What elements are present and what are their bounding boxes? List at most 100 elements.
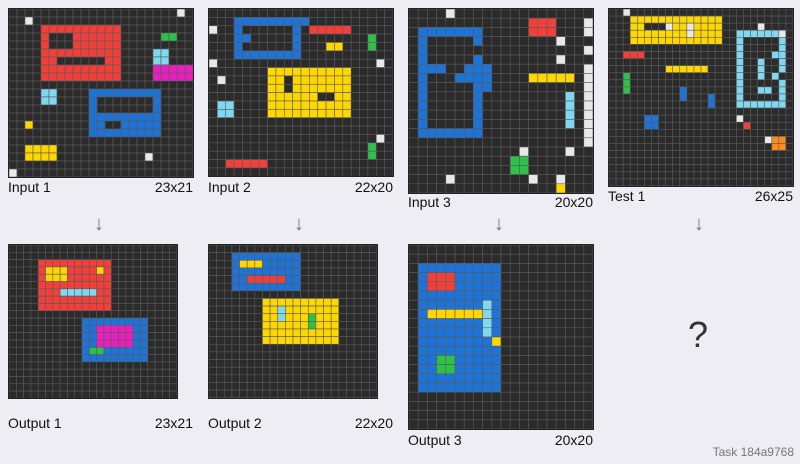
grid-cell: [16, 136, 26, 146]
grid-cell: [729, 114, 737, 123]
grid-cell: [258, 125, 268, 135]
grid-cell: [482, 382, 493, 393]
grid-cell: [285, 382, 294, 391]
grid-cell: [672, 157, 681, 165]
grid-cell: [307, 382, 317, 391]
grid-cell: [361, 328, 370, 337]
grid-cell: [555, 119, 566, 129]
grid-cell: [96, 48, 106, 58]
grid-cell: [721, 15, 730, 24]
grid-cell: [491, 373, 502, 384]
grid-cell: [342, 142, 352, 152]
grid-cell: [80, 160, 90, 170]
grid-cell: [96, 16, 106, 26]
grid-cell: [528, 183, 539, 193]
grid-cell: [473, 155, 483, 166]
grid-cell: [384, 33, 393, 43]
grid-cell: [707, 29, 716, 38]
grid-cell: [216, 252, 225, 261]
grid-cell: [231, 305, 240, 315]
grid-cell: [52, 346, 61, 355]
grid-cell: [88, 152, 98, 162]
grid-cell: [700, 100, 709, 109]
grid-cell: [615, 100, 624, 109]
grid-cell: [32, 24, 42, 34]
grid-cell: [285, 328, 294, 337]
grid-cell: [152, 112, 162, 122]
grid-cell: [350, 117, 360, 127]
grid-cell: [231, 282, 240, 292]
grid-cell: [359, 92, 369, 102]
grid-cell: [96, 346, 105, 355]
grid-cell: [292, 117, 302, 127]
grid-cell: [160, 32, 170, 42]
grid-cell: [537, 272, 548, 283]
grid-cell: [686, 150, 695, 158]
grid-cell: [59, 310, 68, 319]
grid-cell: [764, 150, 773, 158]
grid-cell: [315, 259, 324, 269]
grid-cell: [277, 359, 286, 368]
grid-cell: [491, 419, 502, 429]
grid-cell: [96, 259, 105, 268]
grid-cell: [45, 273, 54, 282]
grid-cell: [436, 355, 447, 365]
grid-cell: [283, 150, 293, 160]
grid-cell: [615, 143, 624, 151]
grid-cell: [300, 366, 309, 376]
grid-cell: [112, 80, 122, 90]
grid-cell: [140, 354, 149, 363]
grid-cell: [16, 332, 24, 341]
grid-cell: [546, 272, 557, 283]
grid-cell: [445, 355, 456, 365]
grid-cell: [40, 160, 50, 170]
grid-cell: [285, 313, 294, 322]
grid-cell: [361, 313, 370, 322]
panel-size: 22x20: [354, 179, 393, 195]
grid-cell: [223, 267, 233, 276]
grid-cell: [120, 112, 130, 122]
grid-cell: [267, 150, 277, 160]
grid-cell: [315, 282, 324, 292]
grid-cell: [445, 309, 456, 319]
grid-cell: [528, 128, 539, 139]
grid-cell: [622, 114, 631, 123]
grid-cell: [184, 152, 193, 162]
grid-cell: [325, 125, 335, 135]
grid-cell: [583, 419, 593, 429]
grid-cell: [52, 288, 61, 297]
grid-cell: [463, 391, 474, 402]
grid-cell: [216, 267, 225, 276]
grid-cell: [361, 298, 370, 307]
grid-cell: [519, 355, 529, 365]
grid-cell: [300, 83, 310, 93]
grid-cell: [24, 136, 34, 146]
grid-cell: [323, 366, 332, 376]
grid-cell: [537, 401, 548, 411]
grid-cell: [353, 366, 363, 376]
grid-cell: [16, 80, 26, 90]
grid-cell: [176, 104, 186, 114]
grid-cell: [32, 88, 42, 98]
grid-cell: [292, 67, 302, 77]
grid-cell: [679, 37, 688, 45]
grid-cell: [528, 318, 539, 329]
grid-cell: [445, 9, 456, 19]
grid-cell: [330, 290, 340, 299]
grid-cell: [693, 100, 702, 109]
grid-cell: [500, 245, 511, 255]
grid-cell: [292, 33, 302, 43]
grid-cell: [325, 58, 335, 68]
grid-cell: [651, 51, 659, 59]
grid-cell: [168, 128, 178, 138]
grid-cell: [519, 36, 529, 47]
grid-cell: [262, 359, 271, 368]
grid-cell: [81, 332, 90, 341]
grid-cell: [693, 114, 702, 123]
grid-cell: [118, 376, 127, 385]
grid-cell: [743, 44, 751, 52]
grid-cell: [120, 88, 130, 98]
grid-cell: [217, 9, 227, 18]
grid-cell: [9, 390, 17, 399]
grid-cell: [147, 317, 156, 326]
